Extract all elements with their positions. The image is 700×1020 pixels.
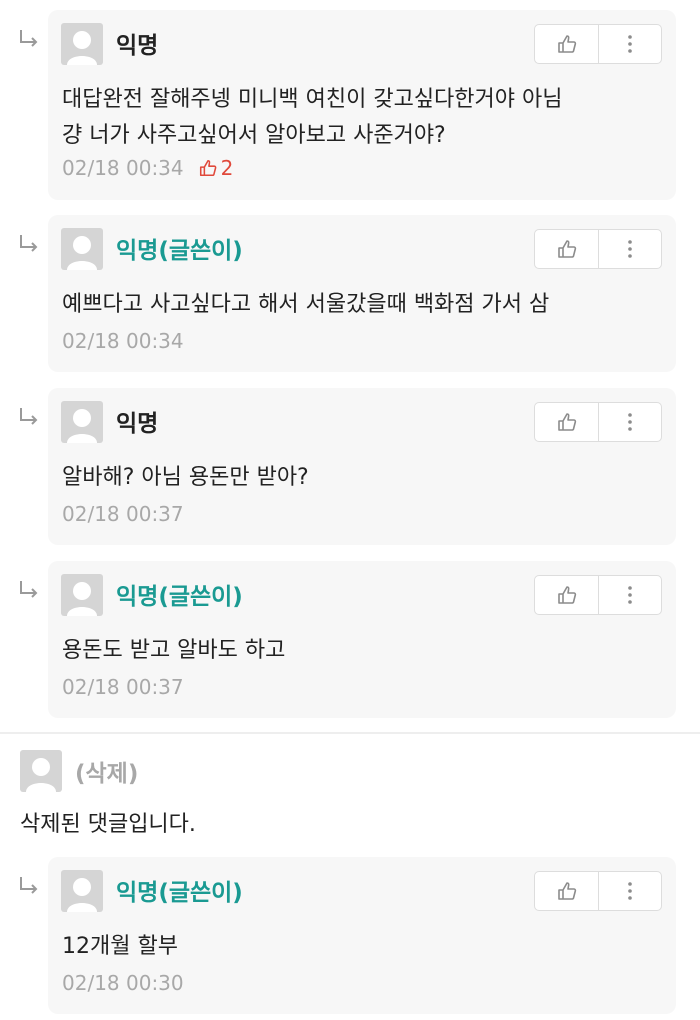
comment-thread: 익명 대답완전 잘해주넹 미니백 여친이 갖고싶다한거야 아님 걍 너가 사주고… [0,0,700,1020]
like-count: 2 [198,156,234,180]
reply-arrow-icon [16,875,42,897]
comment-author[interactable]: 익명 [116,26,158,60]
comment-date: 02/18 00:37 [62,502,184,526]
thumbs-up-icon [199,159,217,177]
comment-card: 익명 알바해? 아님 용돈만 받아? 02/18 00:37 [48,388,676,545]
comment-meta: 02/18 00:37 [62,502,184,526]
reply-arrow-icon [16,233,42,255]
more-vertical-icon [628,586,632,604]
like-button[interactable] [535,25,598,63]
like-button[interactable] [535,576,598,614]
thumbs-up-icon [557,240,576,258]
comment-actions [534,402,662,442]
default-avatar-icon [61,401,103,443]
deleted-author: (삭제) [75,761,139,787]
comment-author[interactable]: 익명(글쓴이) [116,577,243,611]
more-button[interactable] [599,25,661,63]
comment-author[interactable]: 익명 [116,404,158,438]
comment-card: 익명(글쓴이) 12개월 할부 02/18 00:30 [48,857,676,1014]
more-vertical-icon [628,413,632,431]
more-button[interactable] [599,872,661,910]
comment-meta: 02/18 00:34 2 [62,156,233,180]
more-button[interactable] [599,403,661,441]
comment-meta: 02/18 00:34 [62,329,184,353]
comment-card: 익명(글쓴이) 용돈도 받고 알바도 하고 02/18 00:37 [48,561,676,718]
comment-author[interactable]: 익명(글쓴이) [116,231,243,265]
reply-arrow-icon [16,28,42,50]
comment-actions [534,575,662,615]
like-button[interactable] [535,230,598,268]
thumbs-up-icon [557,882,576,900]
comment-text: 용돈도 받고 알바도 하고 [62,638,286,663]
comment-date: 02/18 00:30 [62,971,184,995]
default-avatar-icon [20,750,62,792]
thumbs-up-icon [557,413,576,431]
thumbs-up-icon [557,35,576,53]
reply-comment: 익명(글쓴이) 용돈도 받고 알바도 하고 02/18 00:37 [0,561,700,718]
comment-date: 02/18 00:37 [62,675,184,699]
comment-meta: 02/18 00:37 [62,675,184,699]
comment-divider [0,732,700,734]
reply-comment: 익명(글쓴이) 예쁘다고 사고싶다고 해서 서울갔을때 백화점 가서 삼 02/… [0,215,700,372]
comment-actions [534,229,662,269]
like-button[interactable] [535,872,598,910]
comment-date: 02/18 00:34 [62,329,184,353]
like-button[interactable] [535,403,598,441]
thumbs-up-icon [557,586,576,604]
default-avatar-icon [61,574,103,616]
comment-text: 대답완전 잘해주넹 미니백 여친이 갖고싶다한거야 아님 걍 너가 사주고싶어서… [62,87,563,148]
comment-card: 익명 대답완전 잘해주넹 미니백 여친이 갖고싶다한거야 아님 걍 너가 사주고… [48,10,676,200]
more-vertical-icon [628,35,632,53]
comment-actions [534,871,662,911]
reply-comment: 익명 알바해? 아님 용돈만 받아? 02/18 00:37 [0,388,700,545]
comment-text: 12개월 할부 [62,934,178,959]
more-vertical-icon [628,240,632,258]
comment-card: 익명(글쓴이) 예쁘다고 사고싶다고 해서 서울갔을때 백화점 가서 삼 02/… [48,215,676,372]
reply-arrow-icon [16,579,42,601]
comment-meta: 02/18 00:30 [62,971,184,995]
comment-text: 알바해? 아님 용돈만 받아? [62,465,309,490]
reply-arrow-icon [16,406,42,428]
more-button[interactable] [599,230,661,268]
deleted-text: 삭제된 댓글입니다. [20,812,196,837]
default-avatar-icon [61,870,103,912]
comment-text: 예쁘다고 사고싶다고 해서 서울갔을때 백화점 가서 삼 [62,292,550,317]
more-button[interactable] [599,576,661,614]
more-vertical-icon [628,882,632,900]
default-avatar-icon [61,228,103,270]
comment-actions [534,24,662,64]
reply-comment: 익명 대답완전 잘해주넹 미니백 여친이 갖고싶다한거야 아님 걍 너가 사주고… [0,10,700,200]
reply-comment: 익명(글쓴이) 12개월 할부 02/18 00:30 [0,857,700,1014]
deleted-comment: (삭제) 삭제된 댓글입니다. [0,742,700,852]
comment-author[interactable]: 익명(글쓴이) [116,873,243,907]
comment-date: 02/18 00:34 [62,156,184,180]
like-count-value: 2 [220,156,234,180]
default-avatar-icon [61,23,103,65]
